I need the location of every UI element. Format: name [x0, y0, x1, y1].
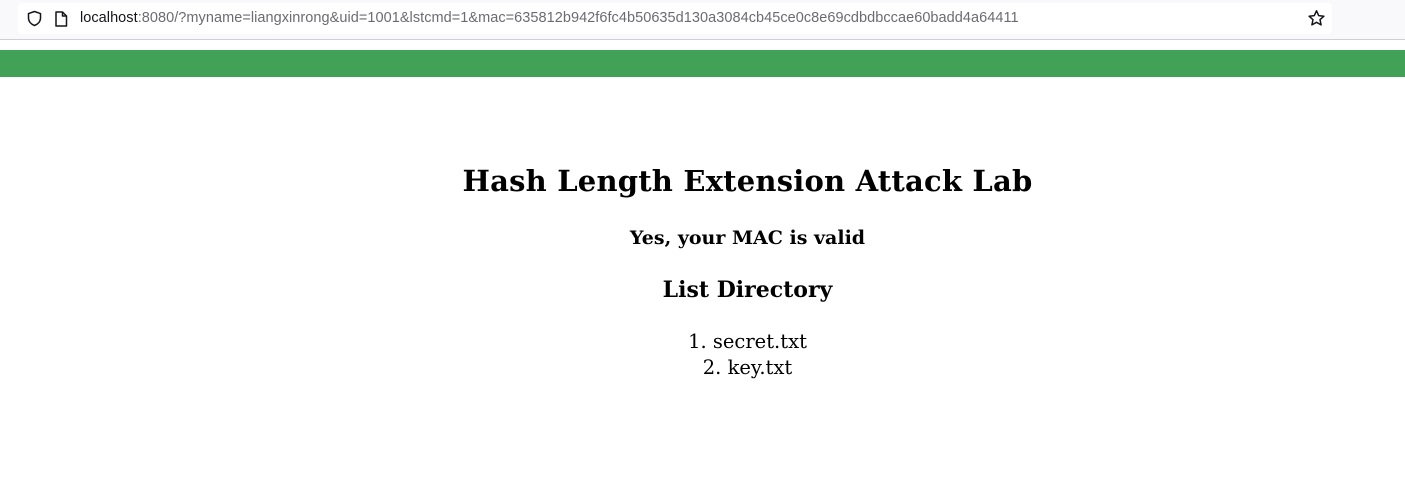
file-list: 1. secret.txt 2. key.txt	[0, 329, 1405, 381]
list-item-filename: secret.txt	[712, 330, 807, 353]
list-item-number: 1.	[688, 330, 707, 353]
page-title: Hash Length Extension Attack Lab	[462, 164, 1033, 198]
url-text[interactable]: localhost:8080/?myname=liangxinrong&uid=…	[80, 10, 1019, 27]
list-item-number: 2.	[702, 356, 722, 379]
star-icon[interactable]	[1307, 9, 1326, 28]
list-directory-heading: List Directory	[662, 277, 833, 303]
list-item: 1. secret.txt	[0, 329, 1405, 355]
url-host: localhost	[80, 10, 138, 26]
header-banner	[0, 50, 1405, 77]
list-item: 2. key.txt	[0, 355, 1405, 381]
page-icon[interactable]	[54, 11, 68, 27]
browser-toolbar: localhost:8080/?myname=liangxinrong&uid=…	[0, 0, 1405, 40]
mac-status-message: Yes, your MAC is valid	[629, 227, 866, 249]
shield-icon[interactable]	[26, 10, 43, 27]
address-bar[interactable]: localhost:8080/?myname=liangxinrong&uid=…	[18, 3, 1332, 34]
url-query: :8080/?myname=liangxinrong&uid=1001&lstc…	[137, 10, 1019, 26]
list-item-filename: key.txt	[727, 356, 793, 379]
